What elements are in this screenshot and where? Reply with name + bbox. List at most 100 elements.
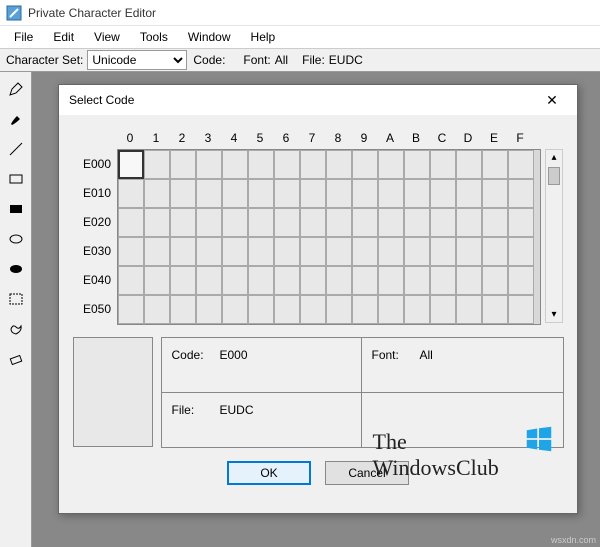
grid-cell[interactable] <box>404 266 430 295</box>
grid-cell[interactable] <box>118 150 144 179</box>
grid-cell[interactable] <box>326 237 352 266</box>
grid-cell[interactable] <box>222 295 248 324</box>
grid-cell[interactable] <box>404 150 430 179</box>
scroll-up-icon[interactable]: ▴ <box>551 152 556 163</box>
grid-scrollbar[interactable]: ▴ ▾ <box>545 149 563 323</box>
rect-filled-tool-icon[interactable] <box>5 198 27 220</box>
grid-cell[interactable] <box>144 208 170 237</box>
grid-cell[interactable] <box>248 295 274 324</box>
grid-cell[interactable] <box>170 150 196 179</box>
grid-cell[interactable] <box>300 266 326 295</box>
menu-tools[interactable]: Tools <box>130 28 178 46</box>
grid-cell[interactable] <box>170 237 196 266</box>
grid-cell[interactable] <box>118 295 144 324</box>
grid-cell[interactable] <box>170 295 196 324</box>
grid-cell[interactable] <box>378 237 404 266</box>
grid-cell[interactable] <box>248 237 274 266</box>
grid-cell[interactable] <box>196 295 222 324</box>
grid-cell[interactable] <box>482 150 508 179</box>
grid-cell[interactable] <box>170 266 196 295</box>
grid-cell[interactable] <box>196 266 222 295</box>
grid-cell[interactable] <box>508 266 534 295</box>
grid-cell[interactable] <box>326 266 352 295</box>
grid-cell[interactable] <box>482 208 508 237</box>
grid-cell[interactable] <box>144 179 170 208</box>
grid-cell[interactable] <box>430 266 456 295</box>
grid-cell[interactable] <box>274 237 300 266</box>
brush-tool-icon[interactable] <box>5 108 27 130</box>
grid-cell[interactable] <box>326 208 352 237</box>
grid-cell[interactable] <box>118 179 144 208</box>
rect-tool-icon[interactable] <box>5 168 27 190</box>
menu-file[interactable]: File <box>4 28 43 46</box>
menu-edit[interactable]: Edit <box>43 28 84 46</box>
grid-cell[interactable] <box>404 295 430 324</box>
grid-cell[interactable] <box>508 237 534 266</box>
grid-cell[interactable] <box>118 208 144 237</box>
grid-cell[interactable] <box>300 179 326 208</box>
grid-cell[interactable] <box>456 208 482 237</box>
grid-cell[interactable] <box>326 295 352 324</box>
grid-cell[interactable] <box>274 266 300 295</box>
grid-cell[interactable] <box>118 237 144 266</box>
grid-cell[interactable] <box>274 208 300 237</box>
scroll-down-icon[interactable]: ▾ <box>551 309 556 320</box>
grid-cell[interactable] <box>430 150 456 179</box>
grid-cell[interactable] <box>248 208 274 237</box>
grid-cell[interactable] <box>248 179 274 208</box>
grid-cell[interactable] <box>456 237 482 266</box>
grid-cell[interactable] <box>300 237 326 266</box>
grid-cell[interactable] <box>378 266 404 295</box>
grid-cell[interactable] <box>352 150 378 179</box>
grid-cell[interactable] <box>508 295 534 324</box>
grid-cell[interactable] <box>300 295 326 324</box>
menu-window[interactable]: Window <box>178 28 241 46</box>
freeform-tool-icon[interactable] <box>5 318 27 340</box>
grid-cell[interactable] <box>196 208 222 237</box>
grid-cell[interactable] <box>222 208 248 237</box>
grid-cell[interactable] <box>352 295 378 324</box>
close-icon[interactable]: ✕ <box>537 88 567 112</box>
grid-cell[interactable] <box>352 266 378 295</box>
grid-cell[interactable] <box>378 150 404 179</box>
grid-cell[interactable] <box>482 237 508 266</box>
select-tool-icon[interactable] <box>5 288 27 310</box>
grid-cell[interactable] <box>508 179 534 208</box>
charset-select[interactable]: Unicode <box>87 50 187 70</box>
grid-cell[interactable] <box>326 179 352 208</box>
grid-cell[interactable] <box>508 208 534 237</box>
grid-cell[interactable] <box>248 150 274 179</box>
grid-cell[interactable] <box>378 208 404 237</box>
menu-view[interactable]: View <box>84 28 130 46</box>
grid-cell[interactable] <box>118 266 144 295</box>
grid-cell[interactable] <box>274 150 300 179</box>
grid-cell[interactable] <box>222 179 248 208</box>
grid-cell[interactable] <box>430 237 456 266</box>
grid-cell[interactable] <box>170 208 196 237</box>
grid-cell[interactable] <box>456 179 482 208</box>
grid-cell[interactable] <box>482 266 508 295</box>
grid-cell[interactable] <box>378 179 404 208</box>
grid-cell[interactable] <box>482 179 508 208</box>
grid-cell[interactable] <box>300 150 326 179</box>
grid-cell[interactable] <box>482 295 508 324</box>
grid-cell[interactable] <box>274 295 300 324</box>
grid-cell[interactable] <box>274 179 300 208</box>
grid-cell[interactable] <box>196 237 222 266</box>
grid-cell[interactable] <box>326 150 352 179</box>
grid-cell[interactable] <box>352 208 378 237</box>
grid-cell[interactable] <box>430 208 456 237</box>
cancel-button[interactable]: Cancel <box>325 461 409 485</box>
grid-cell[interactable] <box>222 150 248 179</box>
grid-cell[interactable] <box>456 150 482 179</box>
grid-cell[interactable] <box>222 237 248 266</box>
grid-cell[interactable] <box>196 179 222 208</box>
grid-cell[interactable] <box>170 179 196 208</box>
grid-cell[interactable] <box>222 266 248 295</box>
grid-cell[interactable] <box>144 266 170 295</box>
grid-cell[interactable] <box>144 150 170 179</box>
grid-cell[interactable] <box>352 179 378 208</box>
menu-help[interactable]: Help <box>241 28 286 46</box>
grid-cell[interactable] <box>430 179 456 208</box>
grid-cell[interactable] <box>144 295 170 324</box>
